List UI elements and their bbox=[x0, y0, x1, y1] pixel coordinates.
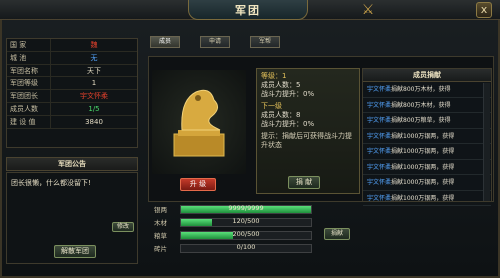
donate-tip: 提示：捐献后可获得战斗力提升状态 bbox=[261, 132, 352, 149]
info-label: 军团团长 bbox=[7, 90, 51, 102]
donation-row: 宇文怀柔捐献1000万银两，获得 bbox=[363, 175, 491, 191]
donation-scrollbar[interactable] bbox=[483, 83, 490, 201]
resource-value: 120/500 bbox=[232, 217, 260, 225]
donate-button-attr[interactable]: 捐 献 bbox=[288, 176, 320, 189]
upgrade-button[interactable]: 升 级 bbox=[180, 178, 216, 191]
dragon-seal-icon bbox=[173, 89, 225, 157]
donor-name: 宇文怀柔 bbox=[367, 179, 392, 186]
window-title-plate: 军团 bbox=[188, 0, 308, 20]
info-value: 3840 bbox=[85, 117, 103, 126]
window-title: 军团 bbox=[235, 3, 261, 17]
donation-row: 宇文怀柔捐献800万木材，获得 bbox=[363, 98, 491, 113]
info-label: 成员人数 bbox=[7, 102, 51, 115]
donor-name: 宇文怀柔 bbox=[367, 163, 392, 171]
donation-text: 捐献1000万银两，获得 bbox=[391, 148, 455, 155]
resource-row: 木材 120/500 bbox=[150, 217, 312, 227]
disband-legion-button[interactable]: 解散军团 bbox=[54, 245, 96, 258]
close-button[interactable]: x bbox=[476, 2, 492, 18]
donation-text: 捐献1000万银两，获得 bbox=[391, 194, 455, 202]
next-power: 战斗力提升：0% bbox=[261, 120, 315, 128]
info-label: 建 设 值 bbox=[7, 115, 51, 128]
info-value: 1/5 bbox=[88, 104, 100, 113]
donor-name: 宇文怀柔 bbox=[367, 148, 392, 155]
donation-row: 宇文怀柔捐献800万木材，获得 bbox=[363, 82, 491, 98]
donation-text: 捐献800万木材，获得 bbox=[391, 101, 451, 109]
resource-row: 银两 9999/9999 bbox=[150, 204, 312, 214]
donation-row: 宇文怀柔捐献800万粮草，获得 bbox=[363, 113, 491, 129]
info-row: 军团团长 宇文怀柔 bbox=[7, 90, 137, 103]
donation-row: 宇文怀柔捐献1000万银两，获得 bbox=[363, 160, 491, 175]
donor-name: 宇文怀柔 bbox=[367, 194, 392, 202]
next-level: 下一级 bbox=[261, 102, 282, 110]
info-label: 国 家 bbox=[7, 39, 51, 51]
resource-row: 砖片 0/100 bbox=[150, 243, 312, 253]
notice-title: 军团公告 bbox=[6, 157, 138, 171]
legion-info-table: 国 家 魏城 池 无军团名称 天下军团等级 1 军团团长 宇文怀柔成员人数 1/5 建 设 值 3… bbox=[6, 38, 138, 148]
info-label: 军团名称 bbox=[7, 64, 51, 77]
info-row: 成员人数 1/5 bbox=[7, 102, 137, 116]
resource-label: 粮草 bbox=[154, 232, 167, 240]
resource-value: 9999/9999 bbox=[228, 204, 264, 212]
resource-label: 银两 bbox=[154, 206, 167, 214]
character-icon: ⚔ bbox=[361, 2, 375, 18]
resource-value: 200/500 bbox=[232, 230, 260, 238]
info-row: 建 设 值 3840 bbox=[7, 115, 137, 129]
donation-row: 宇文怀柔捐献1000万银两，获得 bbox=[363, 191, 491, 206]
donation-text: 捐献1000万银两，获得 bbox=[391, 163, 455, 171]
tab-members[interactable]: 成员 bbox=[150, 36, 180, 48]
info-label: 军团等级 bbox=[7, 77, 51, 90]
donation-text: 捐献1000万银两，获得 bbox=[391, 179, 455, 186]
current-level: 等级：1 bbox=[261, 72, 287, 80]
info-value: 天下 bbox=[87, 66, 101, 75]
info-value: 无 bbox=[90, 53, 98, 62]
resource-label: 木材 bbox=[154, 219, 167, 227]
current-members: 成员人数：5 bbox=[261, 81, 301, 89]
donation-title: 成员捐献 bbox=[363, 69, 491, 82]
donor-name: 宇文怀柔 bbox=[367, 132, 392, 140]
donation-text: 捐献800万木材，获得 bbox=[391, 86, 451, 93]
donation-text: 捐献800万粮草，获得 bbox=[391, 117, 451, 124]
resource-value: 0/100 bbox=[236, 243, 256, 251]
info-value: 魏 bbox=[90, 41, 98, 49]
donation-row: 宇文怀柔捐献1000万银两，获得 bbox=[363, 144, 491, 160]
donate-button[interactable]: 捐献 bbox=[324, 228, 350, 240]
current-power: 战斗力提升：0% bbox=[261, 90, 315, 98]
info-row: 军团等级 1 bbox=[7, 77, 137, 91]
legion-seal-area bbox=[152, 70, 246, 174]
tab-army[interactable]: 军帮 bbox=[250, 36, 280, 48]
tab-applications[interactable]: 申请 bbox=[200, 36, 230, 48]
next-members: 成员人数：8 bbox=[261, 111, 301, 119]
member-donation-panel: 成员捐献 宇文怀柔捐献800万木材，获得 宇文怀柔捐献800万木材，获得 宇文怀柔捐… bbox=[362, 68, 492, 206]
resource-row: 粮草 200/500 bbox=[150, 230, 312, 240]
edit-notice-button[interactable]: 修改 bbox=[112, 222, 134, 232]
donor-name: 宇文怀柔 bbox=[367, 117, 392, 124]
info-value: 1 bbox=[91, 79, 97, 88]
info-row: 国 家魏 bbox=[7, 39, 137, 52]
info-value: 宇文怀柔 bbox=[80, 92, 108, 101]
donation-text: 捐献1000万银两，获得 bbox=[391, 132, 455, 140]
info-row: 城 池无 bbox=[7, 51, 137, 65]
info-row: 军团名称 天下 bbox=[7, 64, 137, 78]
donor-name: 宇文怀柔 bbox=[367, 86, 392, 93]
resource-label: 砖片 bbox=[154, 245, 167, 253]
donor-name: 宇文怀柔 bbox=[367, 101, 392, 109]
info-label: 城 池 bbox=[7, 51, 51, 64]
donation-row: 宇文怀柔捐献1000万银两，获得 bbox=[363, 129, 491, 144]
